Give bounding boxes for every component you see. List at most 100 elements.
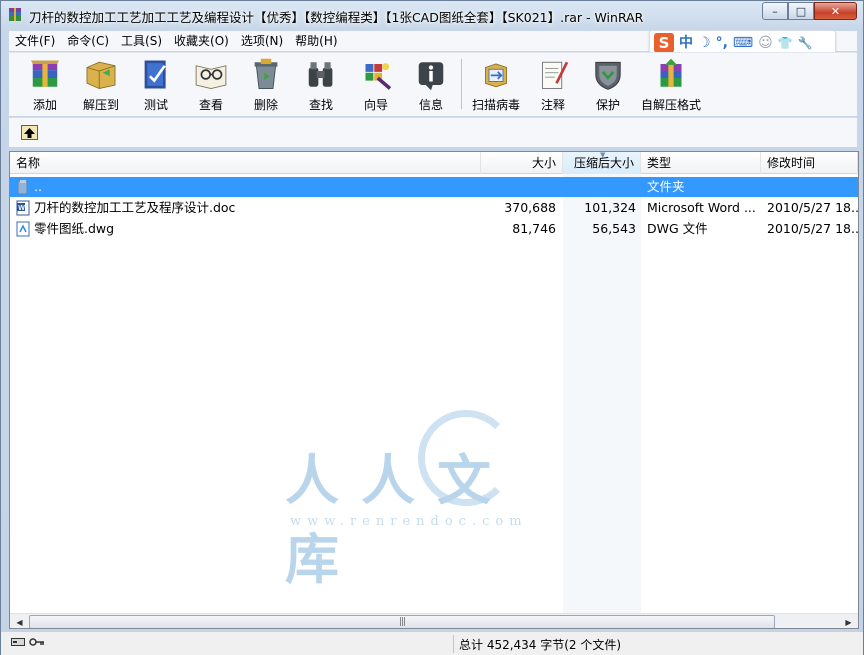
word-document-icon: W: [16, 200, 30, 216]
row-type: DWG 文件: [647, 221, 708, 236]
up-arrow-icon: [24, 127, 35, 138]
virus-scan-button[interactable]: 扫描病毒: [468, 55, 524, 113]
delete-button[interactable]: 删除: [238, 55, 294, 113]
row-packed: 56,543: [592, 221, 636, 236]
caption-buttons: – □ ✕: [762, 2, 857, 20]
wizard-button[interactable]: 向导: [348, 55, 404, 113]
watermark-text: 人人文库: [285, 448, 513, 591]
sfx-icon: [660, 58, 682, 87]
row-name: 刀杆的数控加工工艺及程序设计.doc: [34, 200, 236, 215]
find-button[interactable]: 查找: [293, 55, 349, 113]
sorted-column-highlight: [563, 174, 641, 614]
sfx-label: 自解压格式: [640, 98, 701, 112]
sogou-logo-icon[interactable]: S: [654, 33, 674, 53]
key-icon[interactable]: [29, 637, 45, 647]
horizontal-scrollbar[interactable]: ◀ ||| ▶: [10, 613, 858, 628]
moon-icon[interactable]: ☽: [698, 36, 711, 50]
row-modified: 2010/5/27 18...: [767, 221, 858, 236]
info-button[interactable]: 信息: [403, 55, 459, 113]
close-button[interactable]: ✕: [814, 2, 857, 20]
test-icon: [144, 60, 166, 89]
folder-icon: [17, 180, 28, 195]
scrollbar-thumb[interactable]: |||: [29, 615, 775, 628]
delete-label: 删除: [253, 98, 278, 112]
user-icon[interactable]: ☺: [758, 36, 773, 50]
sort-arrow-icon: ▼: [599, 151, 606, 159]
row-modified: 2010/5/27 18...: [767, 200, 858, 215]
extract-to-button[interactable]: 解压到: [73, 55, 129, 113]
comment-label: 注释: [540, 98, 565, 112]
view-label: 查看: [198, 98, 223, 112]
row-name: 零件图纸.dwg: [34, 221, 115, 236]
drive-icon[interactable]: [11, 637, 25, 647]
watermark-url: www.renrendoc.com: [290, 514, 528, 529]
watermark-circle: [418, 410, 514, 506]
comment-button[interactable]: 注释: [525, 55, 581, 113]
path-bar: [9, 117, 857, 147]
row-packed: 101,324: [584, 200, 636, 215]
row-size: 370,688: [504, 200, 556, 215]
protect-label: 保护: [595, 98, 620, 112]
column-size[interactable]: 大小: [481, 152, 563, 174]
wizard-label: 向导: [363, 98, 388, 112]
toolbar-separator: [461, 59, 462, 109]
list-header: 名称 大小 ▼ 压缩后大小 类型 修改时间: [10, 152, 858, 174]
virus-scan-label: 扫描病毒: [471, 98, 520, 112]
protect-button[interactable]: 保护: [580, 55, 636, 113]
keyboard-icon[interactable]: ⌨: [733, 36, 753, 50]
svg-text:W: W: [18, 205, 25, 212]
view-button[interactable]: 查看: [183, 55, 239, 113]
add-label: 添加: [32, 98, 57, 112]
test-label: 测试: [143, 98, 168, 112]
menu-file[interactable]: 文件(F): [9, 31, 61, 51]
menu-favorites[interactable]: 收藏夹(O): [168, 31, 235, 51]
menu-tools[interactable]: 工具(S): [115, 31, 168, 51]
virus-scan-icon: [485, 63, 507, 88]
up-folder-button[interactable]: [21, 125, 38, 140]
protect-icon: [595, 61, 621, 90]
menu-options[interactable]: 选项(N): [235, 31, 289, 51]
dwg-file-icon: [16, 221, 30, 237]
sfx-button[interactable]: 自解压格式: [635, 55, 707, 113]
maximize-button[interactable]: □: [788, 2, 814, 20]
view-icon: [195, 65, 227, 89]
add-button[interactable]: 添加: [17, 55, 73, 113]
wizard-icon: [365, 63, 392, 90]
winrar-window: 刀杆的数控加工工艺加工工艺及编程设计【优秀】【数控编程类】【1张CAD图纸全套】…: [0, 0, 864, 655]
menu-help[interactable]: 帮助(H): [289, 31, 343, 51]
file-list[interactable]: 名称 大小 ▼ 压缩后大小 类型 修改时间 .. 文件夹 W 刀杆的数控加工工艺…: [9, 151, 859, 629]
menu-commands[interactable]: 命令(C): [61, 31, 115, 51]
shirt-icon[interactable]: 👕: [778, 37, 793, 49]
main-toolbar: 添加 解压到 测试 查看 删除 查找 向导 信息 扫描病毒 注释 保护 自解压格…: [9, 52, 857, 116]
status-bar: 总计 452,434 字节(2 个文件): [1, 631, 863, 655]
list-row-parent[interactable]: .. 文件夹: [10, 177, 858, 197]
scroll-left-icon[interactable]: ◀: [11, 614, 28, 628]
status-divider: [453, 635, 454, 653]
ime-mode-toggle[interactable]: 中: [679, 36, 693, 50]
extract-to-label: 解压到: [82, 98, 119, 112]
minimize-button[interactable]: –: [762, 2, 788, 20]
column-name[interactable]: 名称: [10, 152, 481, 174]
row-size: 81,746: [512, 221, 556, 236]
row-type: Microsoft Word ...: [647, 200, 756, 215]
wrench-icon[interactable]: 🔧: [798, 37, 813, 49]
scroll-right-icon[interactable]: ▶: [840, 614, 857, 628]
row-name: ..: [34, 179, 42, 194]
extract-to-icon: [86, 61, 116, 89]
row-type: 文件夹: [647, 179, 685, 194]
winrar-app-icon: [9, 8, 21, 21]
status-summary: 总计 452,434 字节(2 个文件): [459, 638, 622, 652]
watermark: 人人文库 www.renrendoc.com: [280, 400, 580, 591]
find-label: 查找: [308, 98, 333, 112]
list-row-dwg[interactable]: 零件图纸.dwg 81,746 56,543 DWG 文件 2010/5/27 …: [10, 219, 858, 239]
comment-icon: [542, 61, 569, 89]
test-button[interactable]: 测试: [128, 55, 184, 113]
column-packed[interactable]: ▼ 压缩后大小: [563, 152, 641, 174]
title-bar[interactable]: 刀杆的数控加工工艺加工工艺及编程设计【优秀】【数控编程类】【1张CAD图纸全套】…: [1, 1, 863, 31]
column-type[interactable]: 类型: [641, 152, 761, 174]
window-title: 刀杆的数控加工工艺加工工艺及编程设计【优秀】【数控编程类】【1张CAD图纸全套】…: [29, 10, 644, 25]
list-row-doc[interactable]: W 刀杆的数控加工工艺及程序设计.doc 370,688 101,324 Mic…: [10, 198, 858, 218]
punctuation-icon[interactable]: °,: [716, 36, 728, 50]
column-modified[interactable]: 修改时间: [761, 152, 858, 174]
info-icon: [418, 62, 444, 91]
